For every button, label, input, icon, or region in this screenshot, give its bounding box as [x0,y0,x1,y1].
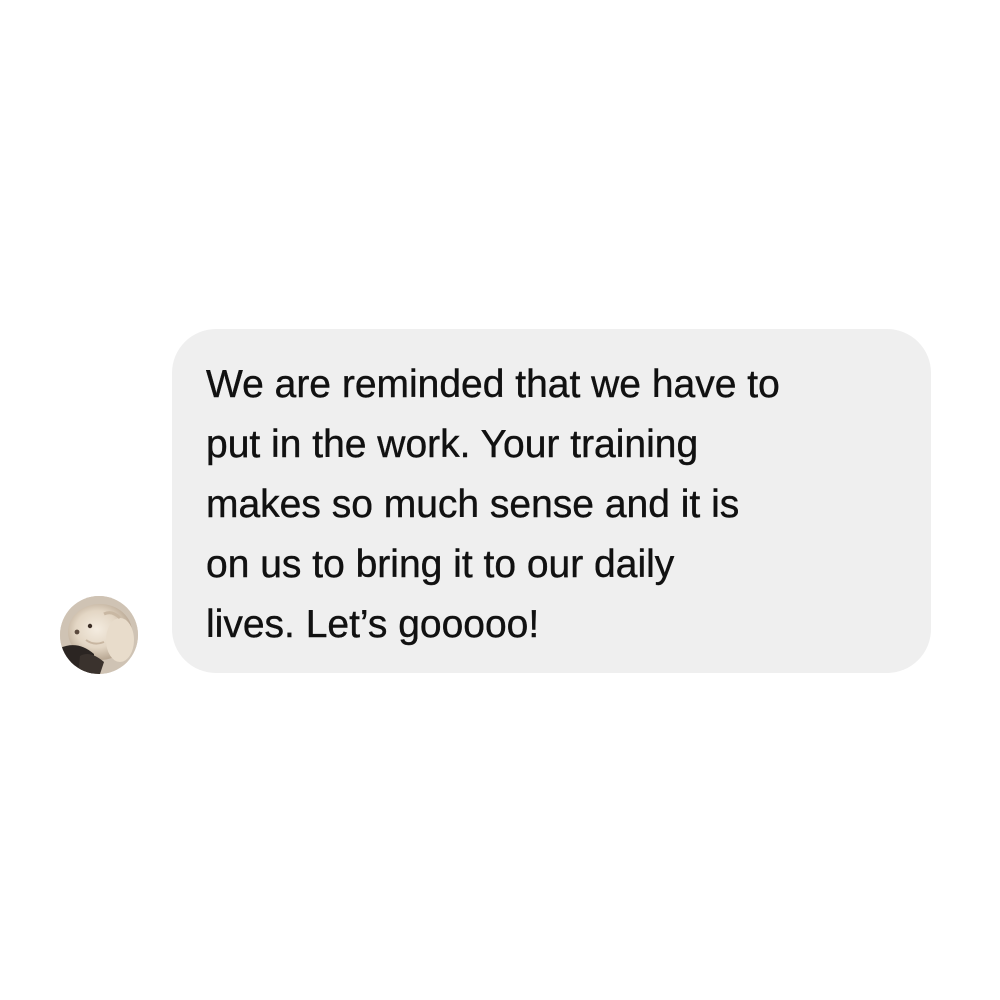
message-line: makes so much sense and it is [206,483,740,526]
message-line: put in the work. Your training [206,423,699,466]
message-line: We are reminded that we have to [206,363,780,406]
message-line: on us to bring it to our daily [206,543,675,586]
sender-avatar[interactable] [60,596,138,674]
message-row: We are reminded that we have to put in t… [0,0,1000,1000]
message-text: We are reminded that we have to put in t… [206,355,901,655]
avatar-photo-icon [60,596,138,674]
chat-screen: We are reminded that we have to put in t… [0,0,1000,1000]
message-bubble[interactable]: We are reminded that we have to put in t… [172,329,931,673]
message-line: lives. Let’s gooooo! [206,603,540,646]
